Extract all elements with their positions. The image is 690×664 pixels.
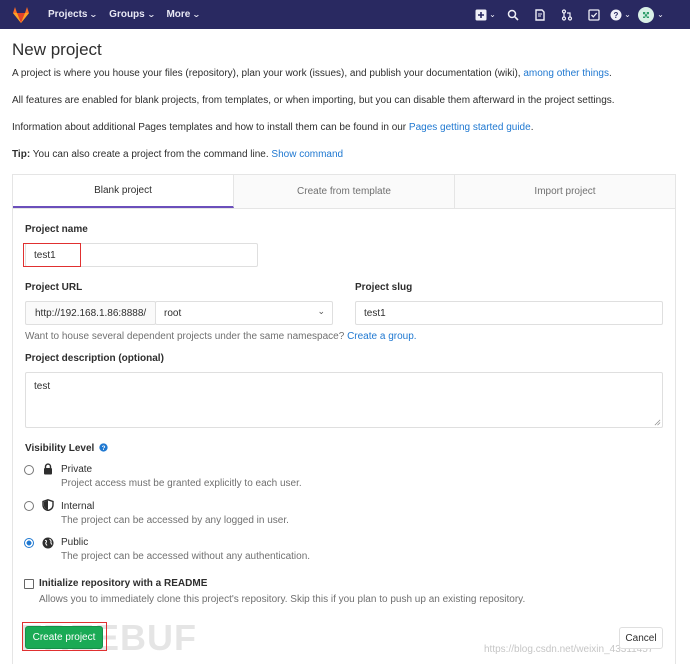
nav-groups[interactable]: Groups ⌄ <box>106 9 163 20</box>
chevron-down-icon: ⌄ <box>657 10 664 19</box>
cancel-button[interactable]: Cancel <box>619 627 663 649</box>
help-dropdown[interactable]: ? ⌄ <box>607 5 634 25</box>
project-name-label: Project name <box>25 224 88 235</box>
help-icon[interactable]: ? <box>99 443 108 452</box>
namespace-select-value: root <box>164 307 182 319</box>
initialize-readme-checkbox[interactable] <box>24 579 34 589</box>
svg-text:?: ? <box>614 11 619 20</box>
visibility-public-title: Public <box>61 537 89 548</box>
visibility-private-desc: Project access must be granted explicitl… <box>61 478 302 489</box>
user-menu[interactable]: ⌄ <box>634 5 668 25</box>
pages-guide-link[interactable]: Pages getting started guide <box>409 122 531 133</box>
globe-icon <box>42 537 54 549</box>
namespace-hint: Want to house several dependent projects… <box>25 331 417 342</box>
project-slug-label: Project slug <box>355 282 413 293</box>
page-title: New project <box>12 40 102 59</box>
nav-projects-label: Projects <box>48 9 88 20</box>
visibility-level-label: Visibility Level ? <box>25 443 108 454</box>
lock-icon <box>44 463 52 475</box>
merge-requests-button[interactable] <box>553 5 580 25</box>
search-icon <box>507 9 519 21</box>
issues-button[interactable] <box>526 5 553 25</box>
highlight-box <box>23 243 81 267</box>
tab-blank-project[interactable]: Blank project <box>13 175 234 208</box>
chevron-down-icon: ⌄ <box>489 10 496 19</box>
project-url-prefix: http://192.168.1.86:8888/ <box>25 301 156 325</box>
initialize-readme-label: Initialize repository with a README <box>39 578 208 589</box>
tip-paragraph: Tip: You can also create a project from … <box>12 149 343 160</box>
identicon-icon <box>643 11 650 18</box>
visibility-internal-title: Internal <box>61 501 95 512</box>
tip-label: Tip: <box>12 149 31 160</box>
tab-import-project[interactable]: Import project <box>455 175 675 208</box>
issues-icon <box>534 8 545 21</box>
visibility-level-text: Visibility Level <box>25 443 95 454</box>
todo-icon <box>587 8 600 21</box>
among-other-things-link[interactable]: among other things <box>523 68 609 79</box>
intro-paragraph: A project is where you house your files … <box>12 68 612 79</box>
intro-text: A project is where you house your files … <box>12 68 521 79</box>
namespace-select[interactable]: root ⌄ <box>155 301 333 325</box>
initialize-readme-desc: Allows you to immediately clone this pro… <box>39 594 526 605</box>
visibility-private-radio[interactable] <box>24 465 34 475</box>
project-url-label: Project URL <box>25 282 83 293</box>
visibility-internal-desc: The project can be accessed by any logge… <box>61 515 289 526</box>
plus-square-icon <box>475 9 487 20</box>
visibility-public-radio[interactable] <box>24 538 34 548</box>
nav-more[interactable]: More ⌄ <box>163 9 209 20</box>
project-type-tabs: Blank project Create from template Impor… <box>12 174 676 209</box>
show-command-link[interactable]: Show command <box>271 149 343 160</box>
create-group-link[interactable]: Create a group. <box>347 331 417 342</box>
tip-text: You can also create a project from the c… <box>32 149 269 160</box>
chevron-down-icon: ⌄ <box>89 10 99 19</box>
search-button[interactable] <box>499 5 526 25</box>
visibility-internal-radio[interactable] <box>24 501 34 511</box>
help-icon: ? <box>610 9 622 20</box>
pages-paragraph: Information about additional Pages templ… <box>12 122 534 133</box>
visibility-private-title: Private <box>61 464 93 475</box>
todos-button[interactable] <box>580 5 607 25</box>
chevron-down-icon: ⌄ <box>624 10 631 19</box>
chevron-down-icon: ⌄ <box>317 306 325 316</box>
chevron-down-icon: ⌄ <box>192 10 202 19</box>
nav-projects[interactable]: Projects ⌄ <box>45 9 106 20</box>
new-dropdown-button[interactable]: ⌄ <box>472 5 499 25</box>
chevron-down-icon: ⌄ <box>146 10 156 19</box>
nav-more-label: More <box>166 9 191 20</box>
features-paragraph: All features are enabled for blank proje… <box>12 95 615 106</box>
svg-text:?: ? <box>102 445 106 452</box>
top-navbar: Projects ⌄ Groups ⌄ More ⌄ ⌄ ? ⌄ ⌄ <box>0 0 690 29</box>
avatar <box>638 6 655 23</box>
pages-text: Information about additional Pages templ… <box>12 122 407 133</box>
visibility-public-desc: The project can be accessed without any … <box>61 551 311 562</box>
project-description-label: Project description (optional) <box>25 353 164 364</box>
resize-handle-icon[interactable] <box>654 419 661 426</box>
nav-groups-label: Groups <box>109 9 145 20</box>
namespace-hint-text: Want to house several dependent projects… <box>25 331 345 342</box>
gitlab-logo-icon[interactable] <box>11 6 31 24</box>
highlight-box <box>22 622 107 651</box>
shield-icon <box>42 499 54 511</box>
project-description-value: test <box>34 381 51 392</box>
merge-request-icon <box>561 8 572 21</box>
project-slug-input[interactable]: test1 <box>355 301 663 325</box>
tab-create-from-template[interactable]: Create from template <box>234 175 455 208</box>
project-description-textarea[interactable]: test <box>25 372 663 428</box>
